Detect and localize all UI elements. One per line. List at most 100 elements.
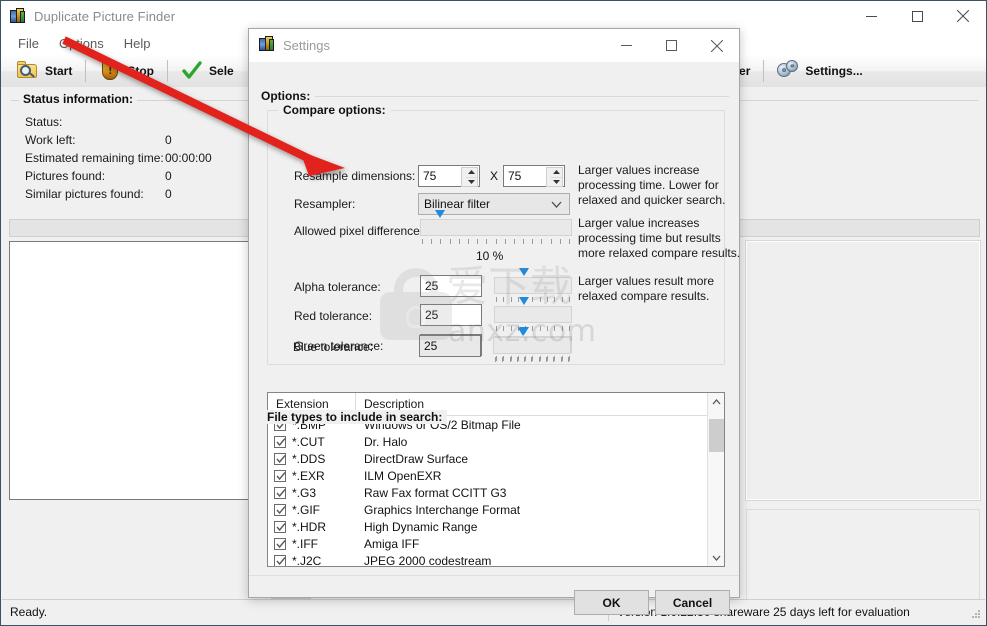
maximize-icon[interactable] (894, 1, 940, 31)
checkbox-checked[interactable] (274, 469, 286, 482)
toolbar-start-button[interactable]: Start (9, 57, 80, 85)
resampler-label: Resampler: (294, 197, 356, 211)
toolbar-separator (763, 60, 765, 82)
stepper-down-icon[interactable] (551, 178, 562, 187)
details-panel (746, 509, 980, 601)
slider-ticks (496, 297, 570, 302)
extension-label: *.J2C (292, 553, 322, 567)
extension-label: *.EXR (292, 468, 325, 483)
status-row: Status: (25, 113, 212, 131)
extension-label: *.CUT (292, 434, 325, 449)
checkbox-checked[interactable] (274, 554, 286, 566)
slider-thumb[interactable] (519, 297, 530, 326)
pixel-difference-slider[interactable] (420, 210, 572, 239)
toolbar-settings-button[interactable]: Settings... (769, 57, 870, 85)
menu-file[interactable]: File (8, 34, 49, 53)
minimize-icon[interactable] (604, 29, 649, 62)
toolbar-stop-button[interactable]: ! Stop (91, 57, 162, 85)
pixel-difference-hint: Larger value increases processing time b… (578, 216, 741, 260)
blue-tolerance-label: Blue tolerance: (293, 340, 374, 354)
checkbox-checked[interactable] (274, 537, 286, 550)
ok-button[interactable]: OK (574, 590, 649, 615)
screen: Duplicate Picture Finder File Options He… (0, 0, 987, 626)
file-type-extension: *.DDS (268, 452, 356, 466)
status-row: Estimated remaining time: 00:00:00 (25, 149, 212, 167)
file-type-extension: *.CUT (268, 435, 356, 449)
table-row[interactable]: *.G3 Raw Fax format CCITT G3 (268, 484, 724, 501)
status-value: 0 (165, 169, 172, 183)
checkbox-checked[interactable] (274, 435, 286, 448)
slider-thumb[interactable] (518, 328, 529, 357)
blue-tolerance-slider[interactable] (493, 328, 571, 357)
red-tolerance-input[interactable]: 25 (420, 304, 482, 326)
pixel-difference-value: 10 % (476, 249, 504, 263)
red-tolerance-value: 25 (425, 308, 439, 322)
description-label: ILM OpenEXR (364, 468, 442, 483)
description-label: DirectDraw Surface (364, 451, 469, 466)
checkbox-checked[interactable] (274, 452, 286, 465)
menu-options[interactable]: Options (49, 34, 114, 53)
red-tolerance-slider[interactable] (494, 297, 572, 326)
stepper-down-icon[interactable] (466, 178, 477, 187)
green-check-icon (181, 60, 203, 82)
main-window-title: Duplicate Picture Finder (34, 8, 176, 24)
scroll-up-icon[interactable] (708, 393, 724, 410)
close-icon[interactable] (694, 29, 739, 62)
status-label: Similar pictures found: (25, 187, 144, 201)
folder-search-icon (17, 60, 39, 82)
resample-width-stepper[interactable] (461, 167, 478, 187)
scrollbar-thumb[interactable] (709, 419, 724, 452)
blue-tolerance-input[interactable]: 25 (419, 335, 481, 357)
table-row[interactable]: *.CUT Dr. Halo (268, 433, 724, 450)
table-row[interactable]: *.HDR High Dynamic Range (268, 518, 724, 535)
resample-x-label: X (490, 169, 499, 183)
compare-options-legend: Compare options: (278, 103, 391, 117)
status-label: Pictures found: (25, 169, 106, 183)
toolbar-select-button[interactable]: Sele (173, 57, 242, 85)
alpha-tolerance-input[interactable]: 25 (420, 275, 482, 297)
file-type-extension: *.G3 (268, 486, 356, 500)
slider-thumb[interactable] (435, 210, 446, 239)
file-type-extension: *.GIF (268, 503, 356, 517)
scroll-down-icon[interactable] (708, 549, 724, 566)
resample-height-input[interactable]: 75 (503, 165, 565, 187)
description-label: Raw Fax format CCITT G3 (364, 485, 507, 500)
extension-label: *.DDS (292, 451, 326, 466)
alpha-tolerance-slider[interactable] (494, 268, 572, 297)
stepper-up-icon[interactable] (551, 168, 562, 178)
checkbox-checked[interactable] (274, 503, 286, 516)
gears-icon (777, 60, 799, 82)
checkbox-checked[interactable] (274, 520, 286, 533)
menu-help[interactable]: Help (114, 34, 161, 53)
preview-panel[interactable] (745, 240, 981, 501)
table-row[interactable]: *.EXR ILM OpenEXR (268, 467, 724, 484)
file-type-extension: *.IFF (268, 537, 356, 551)
resample-height-stepper[interactable] (546, 167, 563, 187)
extension-label: *.IFF (292, 536, 318, 551)
statusbar-message: Ready. (10, 605, 48, 619)
main-titlebar: Duplicate Picture Finder (1, 1, 986, 31)
maximize-icon[interactable] (649, 29, 694, 62)
slider-ticks (496, 326, 570, 331)
minimize-icon[interactable] (848, 1, 894, 31)
shield-warning-icon: ! (99, 60, 121, 82)
resample-width-input[interactable]: 75 (418, 165, 480, 187)
table-row[interactable]: *.J2C JPEG 2000 codestream (268, 552, 724, 567)
table-row[interactable]: *.DDS DirectDraw Surface (268, 450, 724, 467)
toolbar-separator (85, 60, 87, 82)
checkbox-checked[interactable] (274, 486, 286, 499)
close-icon[interactable] (940, 1, 986, 31)
stepper-up-icon[interactable] (466, 168, 477, 178)
slider-thumb[interactable] (519, 268, 530, 297)
cancel-button[interactable]: Cancel (655, 590, 730, 615)
toolbar-start-label: Start (45, 64, 73, 78)
status-value: 0 (165, 133, 172, 147)
pixel-difference-label: Allowed pixel difference: (294, 224, 424, 238)
resample-dimensions-label: Resample dimensions: (294, 169, 416, 183)
file-types-scrollbar[interactable] (707, 393, 724, 566)
resize-grip-icon[interactable] (967, 605, 981, 619)
table-row[interactable]: *.GIF Graphics Interchange Format (268, 501, 724, 518)
column-description: Description (364, 397, 425, 411)
main-window-controls (848, 1, 986, 31)
table-row[interactable]: *.IFF Amiga IFF (268, 535, 724, 552)
